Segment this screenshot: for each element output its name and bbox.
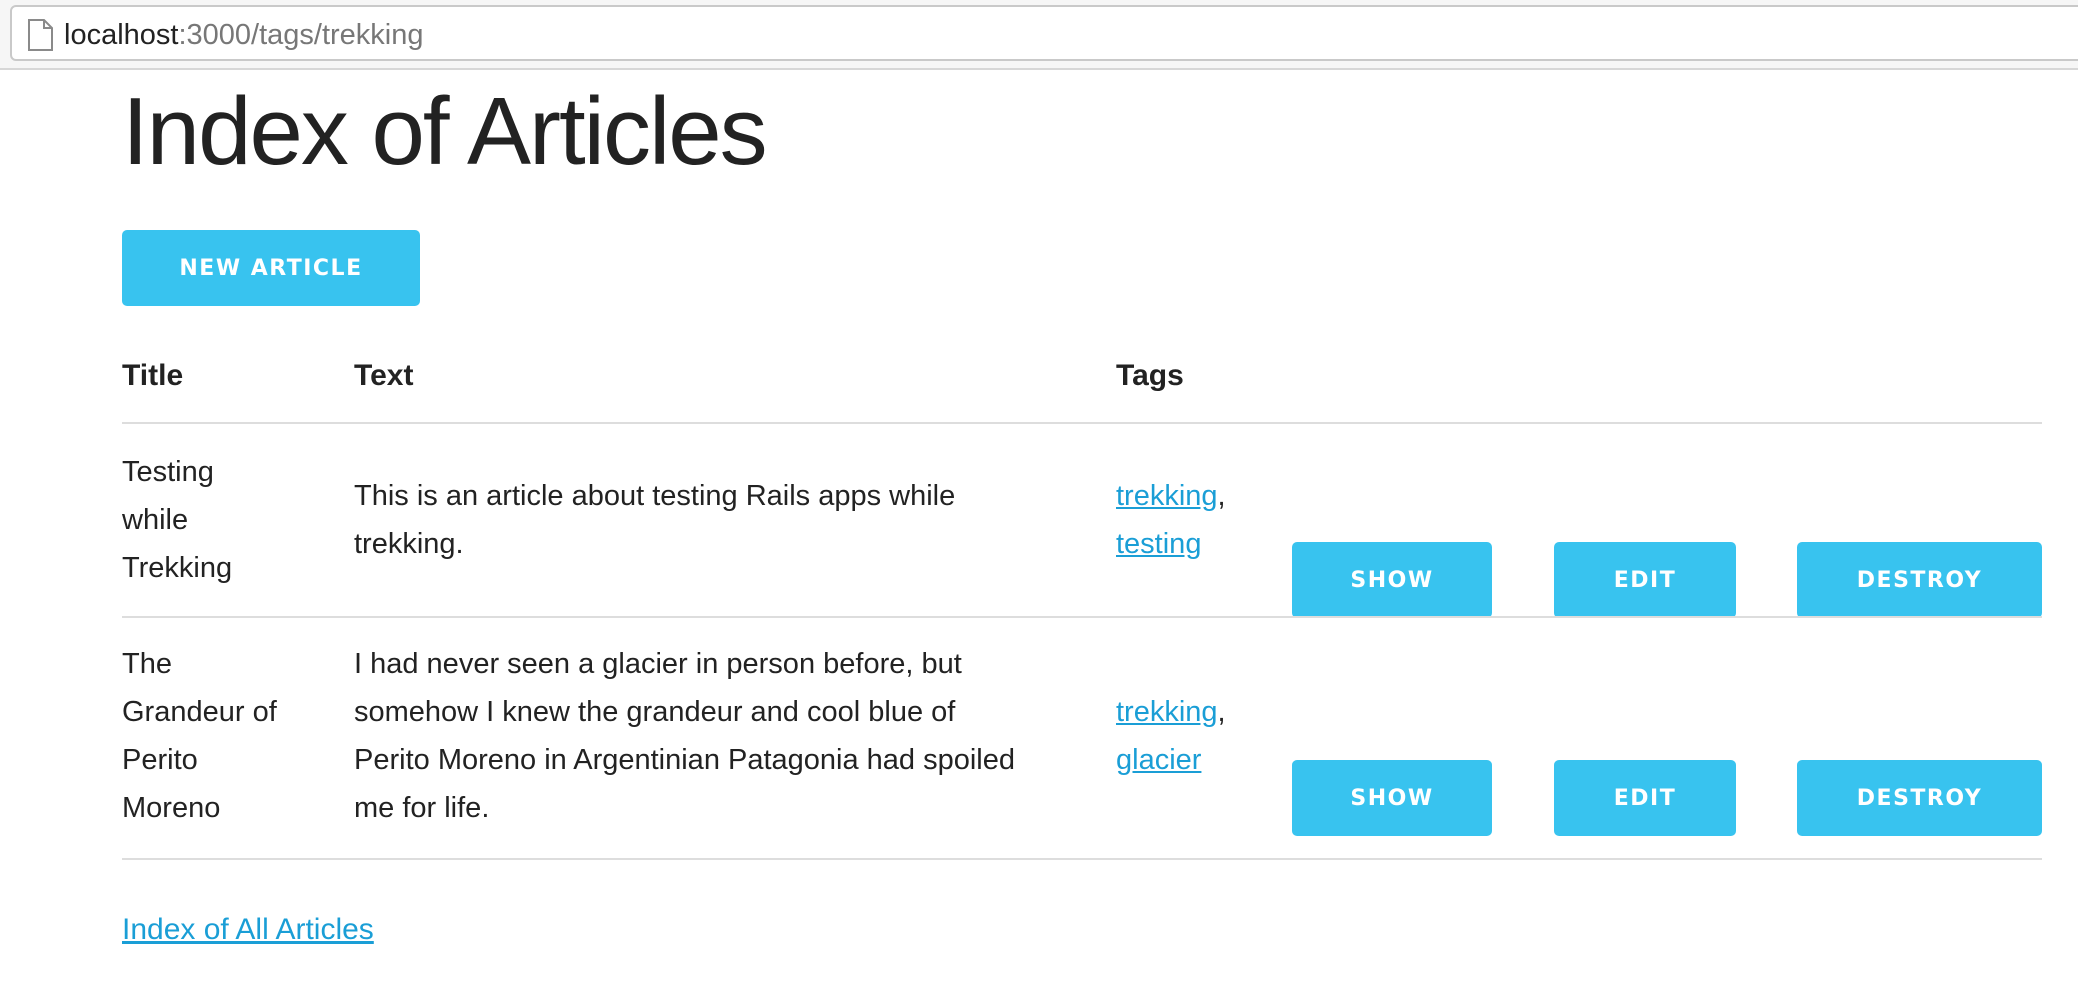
row-title-line: Perito [122, 744, 198, 776]
table-row: The Grandeur of Perito Moreno I had neve… [122, 618, 2042, 858]
destroy-button[interactable]: Destroy [1797, 542, 2042, 618]
destroy-button[interactable]: Destroy [1797, 760, 2042, 836]
document-icon [28, 19, 53, 51]
row-tags: trekking, testing [1116, 472, 1266, 568]
index-all-articles-link[interactable]: Index of All Articles [122, 910, 374, 950]
row-text-line: This is an article about testing Rails a… [354, 480, 956, 512]
tag-link[interactable]: trekking [1116, 480, 1218, 512]
row-title-line: The [122, 648, 172, 680]
row-text-line: Perito Moreno in Argentinian Patagonia h… [354, 744, 1016, 776]
row-text-line: somehow I knew the grandeur and cool blu… [354, 696, 956, 728]
address-bar[interactable]: localhost:3000/tags/trekking [10, 5, 2078, 61]
url-text[interactable]: localhost:3000/tags/trekking [64, 17, 424, 53]
row-text: I had never seen a glacier in person bef… [354, 640, 1094, 832]
tag-separator: , [1217, 696, 1226, 728]
edit-button[interactable]: Edit [1554, 542, 1736, 618]
tag-separator: , [1217, 480, 1226, 512]
header-text: Text [354, 359, 414, 392]
row-title-line: Trekking [122, 552, 233, 584]
show-button[interactable]: Show [1292, 542, 1492, 618]
show-button[interactable]: Show [1292, 760, 1492, 836]
new-article-button[interactable]: New Article [122, 230, 420, 306]
row-tags: trekking, glacier [1116, 688, 1266, 784]
tag-link[interactable]: trekking [1116, 696, 1218, 728]
row-title-line: Testing [122, 456, 214, 488]
tag-link[interactable]: glacier [1116, 744, 1201, 776]
row-title: Testing while Trekking [122, 448, 342, 592]
tag-link[interactable]: testing [1116, 528, 1201, 560]
row-text-line: me for life. [354, 792, 490, 824]
row-text: This is an article about testing Rails a… [354, 472, 1094, 568]
row-title-line: while [122, 504, 189, 536]
url-path: :3000/tags/trekking [178, 19, 424, 51]
edit-button[interactable]: Edit [1554, 760, 1736, 836]
row-divider [122, 858, 2042, 860]
row-text-line: trekking. [354, 528, 464, 560]
url-host: localhost [64, 19, 179, 51]
page-title: Index of Articles [122, 78, 768, 185]
row-title-line: Grandeur of [122, 696, 277, 728]
row-title: The Grandeur of Perito Moreno [122, 640, 342, 832]
row-title-line: Moreno [122, 792, 221, 824]
header-title: Title [122, 359, 184, 392]
header-tags: Tags [1116, 359, 1184, 392]
row-text-line: I had never seen a glacier in person bef… [354, 648, 962, 680]
browser-toolbar: localhost:3000/tags/trekking [0, 0, 2078, 70]
